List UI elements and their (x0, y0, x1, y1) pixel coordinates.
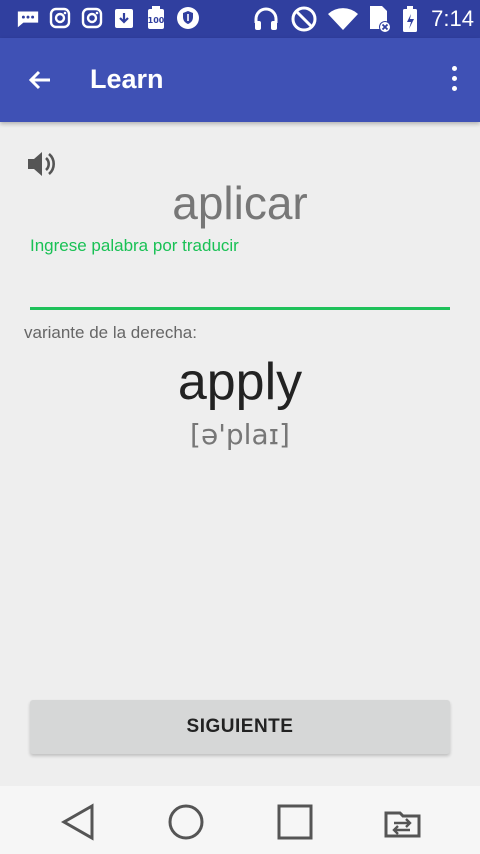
instagram-icon (80, 6, 104, 30)
nav-home-button[interactable] (164, 800, 208, 844)
more-options-button[interactable] (448, 66, 460, 96)
sim-icon (367, 4, 393, 34)
translation-input[interactable] (30, 258, 450, 310)
headphones-icon (251, 4, 281, 34)
arrow-back-icon (28, 70, 50, 90)
battery-saver-icon: 100 (144, 6, 168, 30)
instagram-icon (48, 6, 72, 30)
recents-square-icon (277, 804, 313, 840)
nav-back-button[interactable] (56, 800, 100, 844)
wifi-icon (327, 4, 359, 34)
nav-recents-button[interactable] (273, 800, 317, 844)
svg-text:100: 100 (148, 16, 165, 25)
navigation-bar (0, 786, 480, 854)
clock: 7:14 (431, 6, 474, 31)
home-circle-icon (168, 804, 204, 840)
do-not-disturb-icon (289, 4, 319, 34)
nav-switch-app-button[interactable] (380, 800, 424, 844)
system-icons: 7:14 (251, 4, 474, 34)
answer-word: apply (177, 353, 303, 411)
notification-icons: 100 (16, 6, 200, 30)
switch-app-icon (384, 811, 421, 838)
shield-icon (176, 6, 200, 30)
variant-label: variante de la derecha: (24, 323, 197, 342)
input-hint: Ingrese palabra por traducir (30, 236, 239, 255)
back-triangle-icon (60, 803, 94, 841)
status-bar: 100 7:14 (0, 0, 480, 38)
app-bar: Learn (0, 38, 480, 122)
transcription: [ə'plaɪ] (190, 418, 290, 451)
battery-icon (401, 4, 419, 34)
page-title: Learn (90, 64, 164, 94)
source-word: aplicar (172, 177, 308, 229)
more-vert-icon (448, 66, 460, 91)
next-button[interactable]: SIGUIENTE (30, 700, 450, 754)
back-button[interactable] (22, 62, 58, 98)
messages-icon (16, 6, 40, 30)
download-icon (112, 6, 136, 30)
translation-input-wrapper (30, 258, 450, 310)
